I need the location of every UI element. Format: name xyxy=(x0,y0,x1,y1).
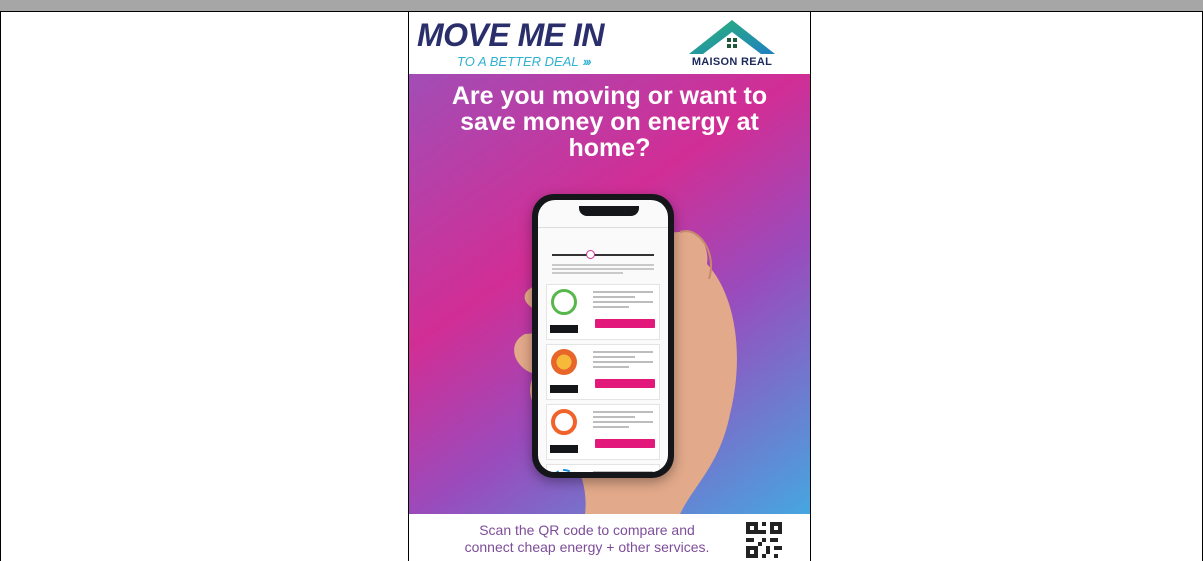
brand-subtitle-row: TO A BETTER DEAL ››› xyxy=(457,54,607,69)
provider-logo-icon xyxy=(551,409,577,435)
plan-features xyxy=(593,471,653,472)
plan-features xyxy=(593,291,653,311)
select-plan-button xyxy=(595,319,655,328)
phone-screen xyxy=(538,200,668,472)
plan-features xyxy=(593,351,653,371)
footer-line-2: connect cheap energy + other services. xyxy=(464,539,710,555)
poster-header: MOVE ME IN TO A BETTER DEAL ››› MAISON R… xyxy=(409,12,810,74)
app-header-bar xyxy=(538,218,668,228)
select-plan-button xyxy=(595,379,655,388)
phone-mockup xyxy=(532,194,674,478)
phone-notch xyxy=(579,206,639,216)
plan-price xyxy=(550,385,578,393)
provider-logo-icon xyxy=(551,349,577,375)
plan-price xyxy=(550,325,578,333)
app-info-text xyxy=(552,264,654,276)
usage-slider xyxy=(552,250,654,259)
brand-logo-move-me-in: MOVE ME IN TO A BETTER DEAL ››› xyxy=(417,18,607,72)
footer-cta: Scan the QR code to compare and connect … xyxy=(437,522,737,556)
plan-card xyxy=(546,344,660,400)
plan-card xyxy=(546,464,660,472)
brand-subtitle: TO A BETTER DEAL xyxy=(457,54,579,69)
usage-slider-knob xyxy=(586,250,595,259)
select-plan-button xyxy=(595,439,655,448)
plan-features xyxy=(593,411,653,431)
plan-card xyxy=(546,284,660,340)
flyer-image: MOVE ME IN TO A BETTER DEAL ››› MAISON R… xyxy=(409,12,810,561)
partner-logo-label: MAISON REAL xyxy=(691,56,773,68)
poster-headline: Are you moving or want to save money on … xyxy=(451,82,768,162)
house-roof-icon xyxy=(689,20,775,54)
qr-code-icon xyxy=(746,522,782,558)
provider-logo-icon xyxy=(551,469,577,472)
footer-line-1: Scan the QR code to compare and xyxy=(479,522,695,538)
plan-card xyxy=(546,404,660,460)
table-border-left xyxy=(0,12,1,561)
chevrons-icon: ››› xyxy=(582,54,592,69)
provider-logo-icon xyxy=(551,289,577,315)
partner-logo: MAISON REAL xyxy=(677,18,787,72)
brand-title: MOVE ME IN xyxy=(417,17,605,53)
poster-footer: Scan the QR code to compare and connect … xyxy=(409,514,810,561)
table-border-inner-right xyxy=(810,12,811,561)
plan-price xyxy=(550,445,578,453)
table-header-bar xyxy=(0,0,1203,12)
poster-gradient-panel: Are you moving or want to save money on … xyxy=(409,74,810,514)
